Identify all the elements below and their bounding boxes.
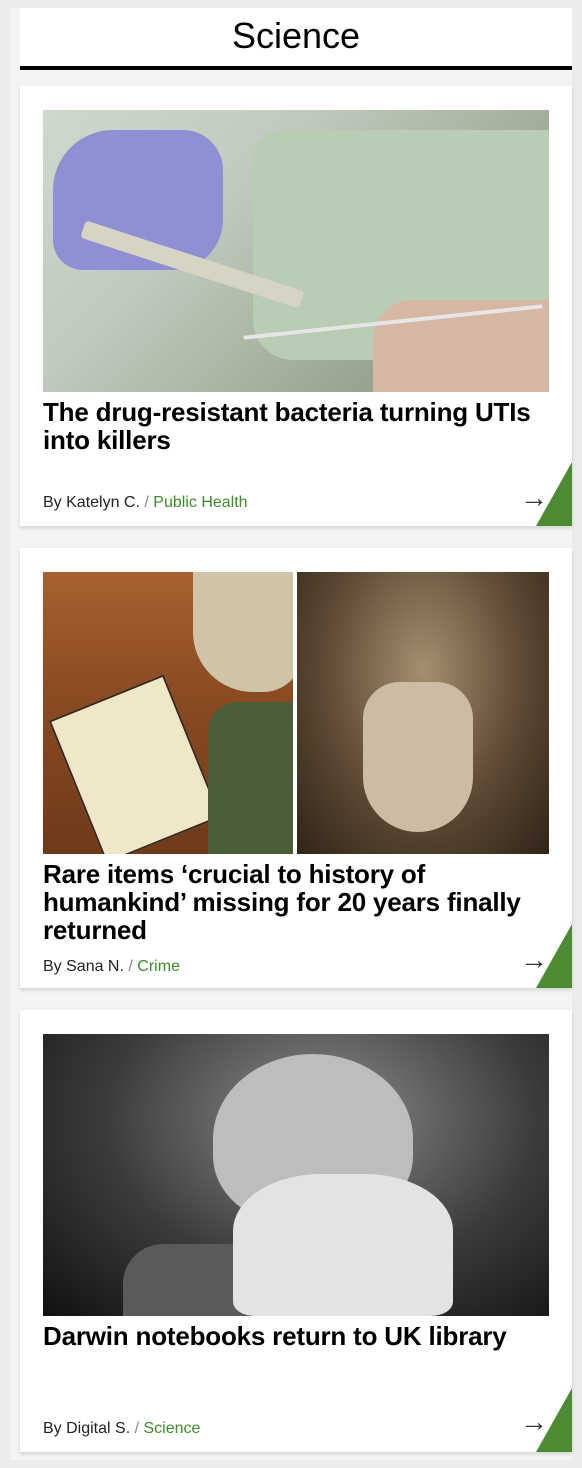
article-title[interactable]: Rare items ‘crucial to history of humank… [43, 860, 553, 944]
article-image[interactable] [43, 572, 549, 854]
section-title: Science [231, 15, 361, 56]
article-byline: By Digital S. / Science [43, 1420, 200, 1438]
article-card[interactable]: Rare items ‘crucial to history of humank… [20, 548, 572, 988]
article-byline: By Sana N. / Crime [43, 958, 180, 976]
byline-separator: / [144, 494, 149, 511]
corner-accent [536, 924, 572, 988]
article-title[interactable]: The drug-resistant bacteria turning UTIs… [43, 398, 553, 454]
category-link[interactable]: Crime [137, 958, 180, 975]
category-link[interactable]: Public Health [153, 494, 247, 511]
article-byline: By Katelyn C. / Public Health [43, 494, 248, 512]
author-name: By Digital S. [43, 1420, 131, 1437]
article-card[interactable]: The drug-resistant bacteria turning UTIs… [20, 86, 572, 526]
article-card[interactable]: Darwin notebooks return to UK library By… [20, 1010, 572, 1452]
author-name: By Sana N. [43, 958, 124, 975]
author-name: By Katelyn C. [43, 494, 140, 511]
article-image[interactable] [43, 110, 549, 392]
category-link[interactable]: Science [144, 1420, 201, 1437]
byline-separator: / [128, 958, 133, 975]
article-title[interactable]: Darwin notebooks return to UK library [43, 1322, 553, 1350]
section-header: Science [20, 8, 572, 70]
corner-accent [536, 1388, 572, 1452]
science-feed: Science The drug-resistant bacteria turn… [10, 8, 572, 1460]
byline-separator: / [134, 1420, 140, 1437]
article-image[interactable] [43, 1034, 549, 1316]
corner-accent [536, 462, 572, 526]
